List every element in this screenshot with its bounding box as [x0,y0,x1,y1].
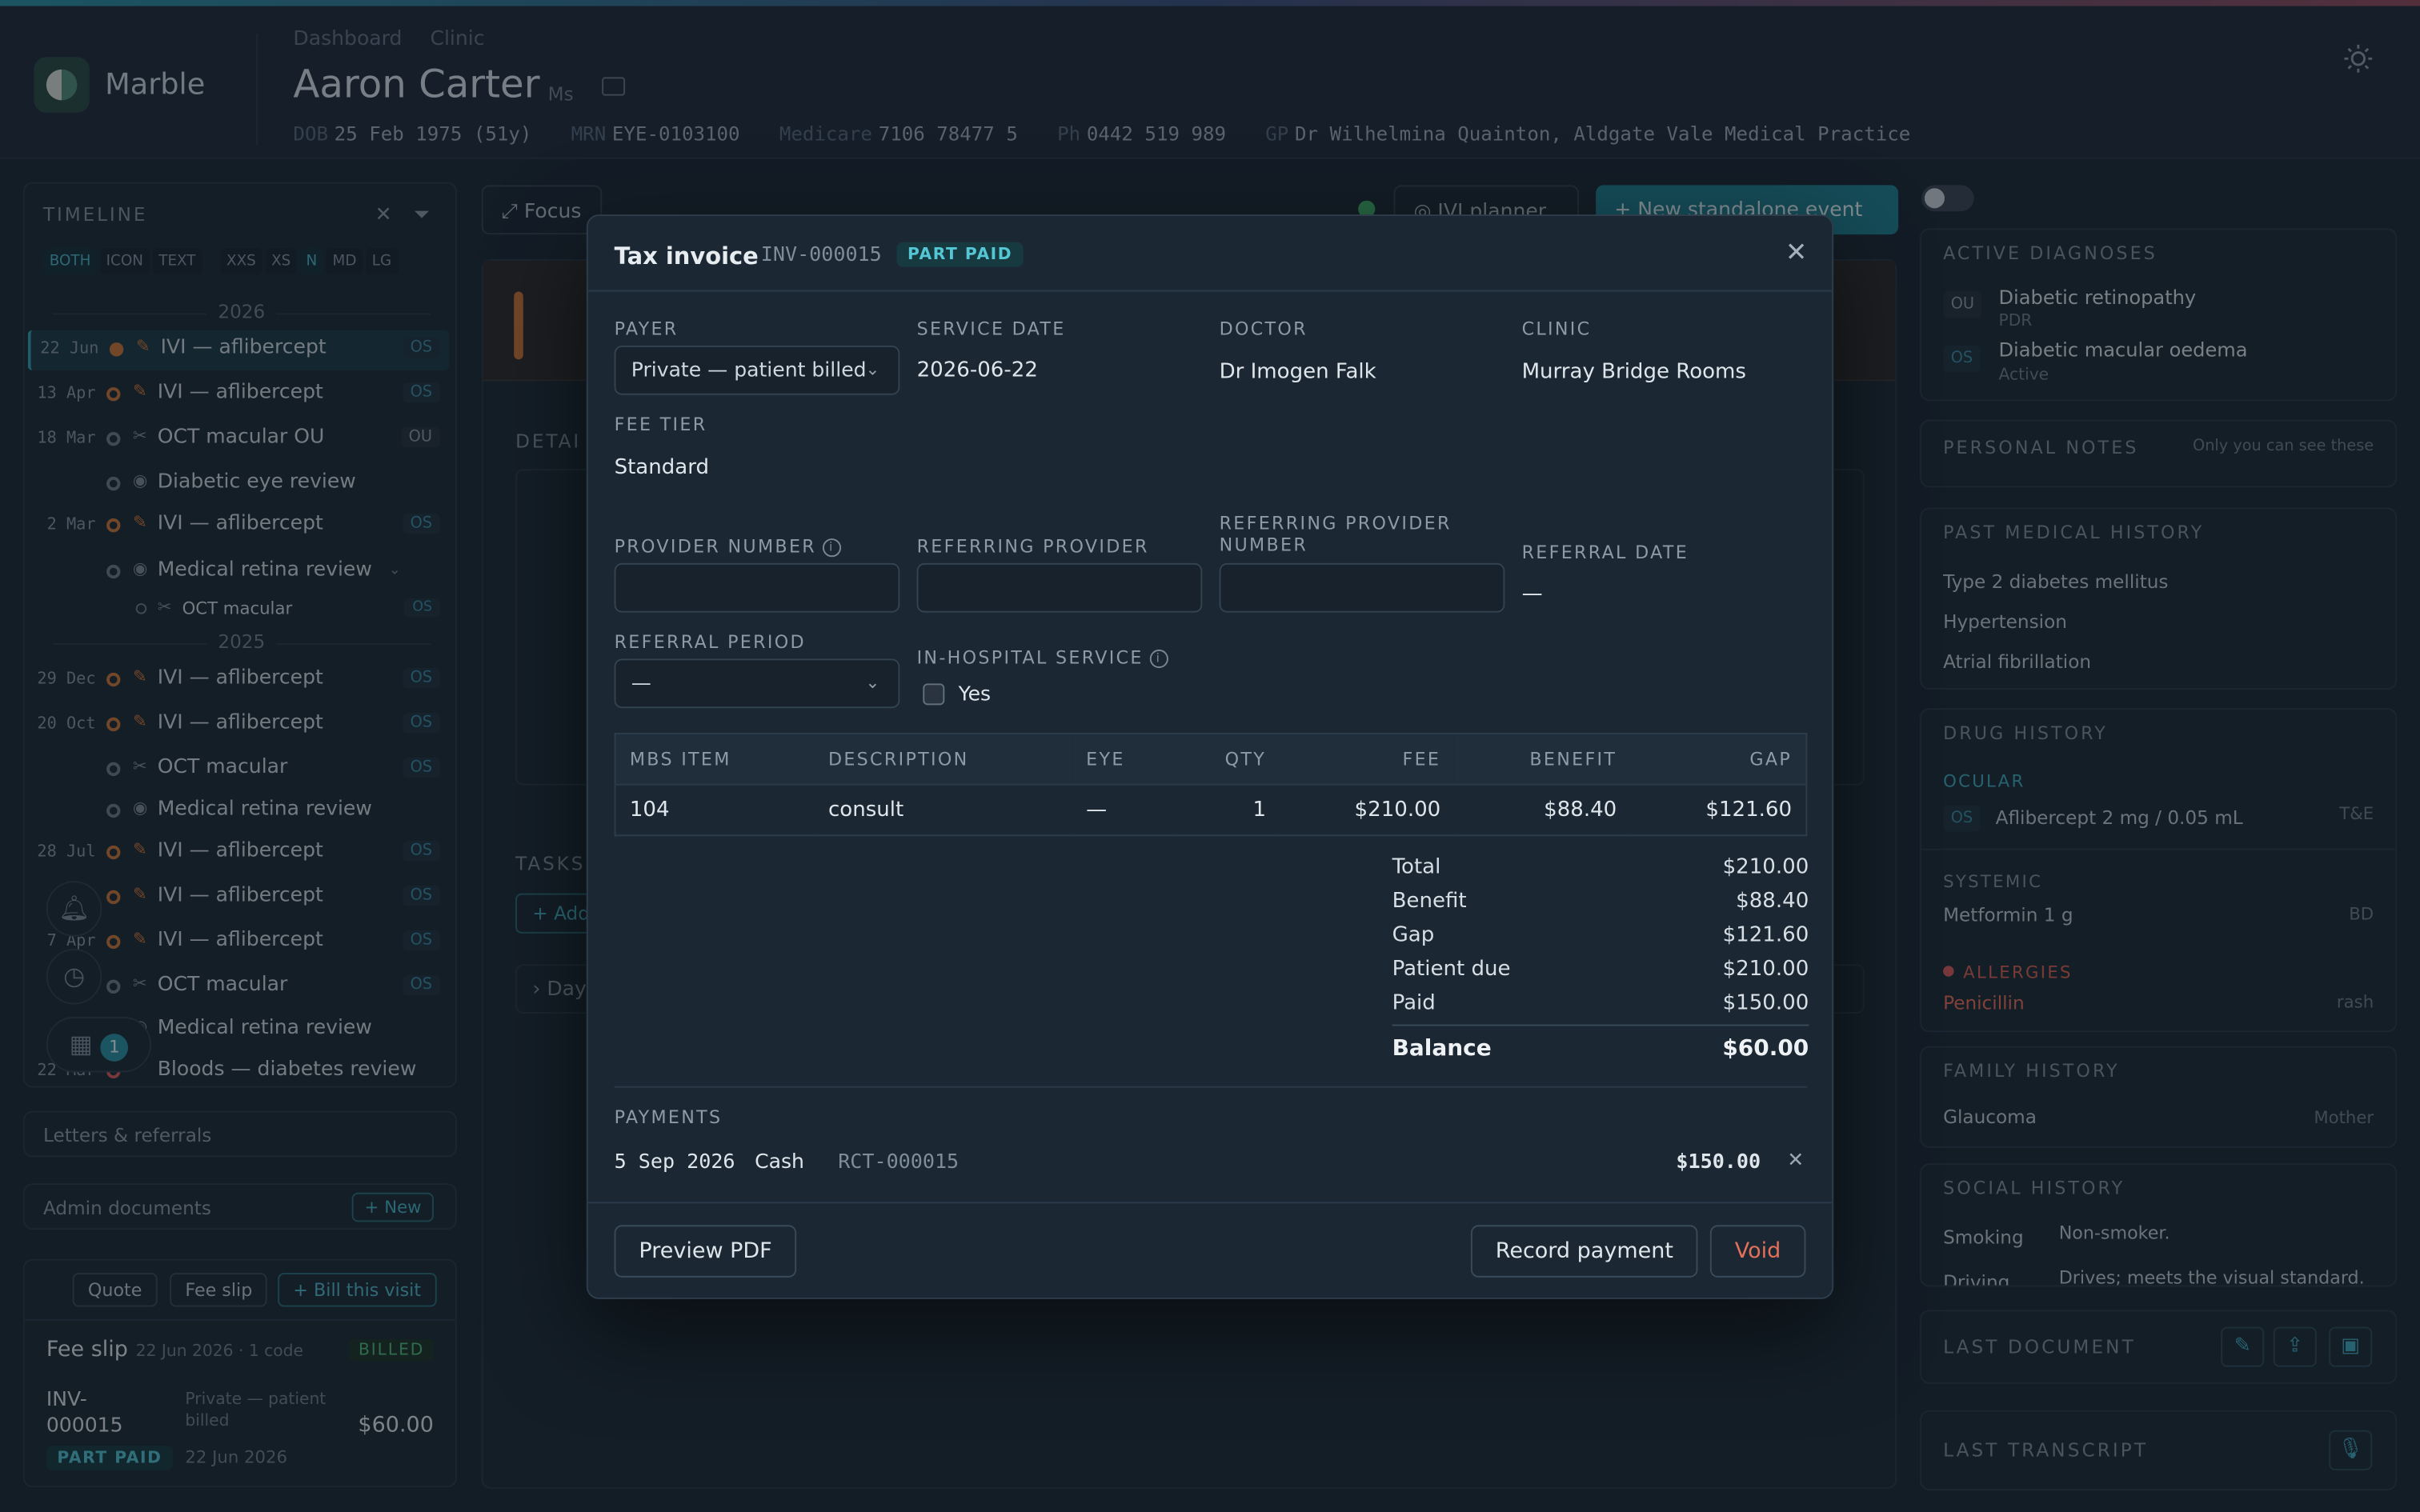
patient-due-row: Patient due $210.00 [1392,957,1809,982]
invoice-number: INV-000015 [760,243,882,267]
referring-provider-number-input[interactable] [1219,562,1505,613]
table-header-row: MBS ITEM DESCRIPTION EYE QTY FEE BENEFIT… [615,734,1807,785]
balance-row: Balance $60.00 [1392,1037,1809,1062]
balance-value: $60.00 [1722,1036,1809,1062]
paid-label: Paid [1392,990,1436,1015]
modal-title: Tax invoice [614,242,759,270]
balance-label: Balance [1392,1036,1492,1062]
payments-heading: PAYMENTS [614,1106,723,1128]
totals-divider [1392,1024,1809,1026]
table-row[interactable]: 104 consult — 1 $210.00 $88.40 $121.60 [615,783,1807,836]
fee-tier-value: Standard [614,454,710,480]
mbs-items-table: MBS ITEM DESCRIPTION EYE QTY FEE BENEFIT… [614,733,1808,837]
benefit-row: Benefit $88.40 [1392,889,1809,914]
referral-date-label: REFERRAL DATE [1521,541,1689,563]
column-header: EYE [1072,734,1175,785]
referral-period-label: REFERRAL PERIOD [614,630,806,653]
preview-pdf-button[interactable]: Preview PDF [614,1225,797,1278]
column-header: BENEFIT [1454,734,1631,785]
total-label: Total [1392,854,1441,880]
payments-divider [614,1086,1808,1088]
chevron-down-icon: ⌄ [865,359,880,380]
description-cell: consult [814,783,1072,836]
modal-footer: Preview PDF Record payment Void [587,1202,1833,1298]
record-payment-button[interactable]: Record payment [1470,1225,1698,1278]
gap-cell: $121.60 [1630,783,1807,836]
eye-cell: — [1072,783,1175,836]
referring-provider-label: REFERRING PROVIDER [916,535,1149,558]
column-header: QTY [1174,734,1280,785]
qty-cell: 1 [1174,783,1280,836]
void-button[interactable]: Void [1709,1225,1806,1278]
paid-value: $150.00 [1722,990,1809,1015]
chevron-down-icon: ⌄ [865,672,880,693]
gap-value: $121.60 [1722,922,1809,948]
referral-date-value: — [1521,582,1543,606]
patient-due-label: Patient due [1392,956,1511,982]
referral-period-value: — [631,672,651,696]
total-row: Total $210.00 [1392,854,1809,879]
gap-label: Gap [1392,922,1435,948]
info-icon[interactable]: i [1149,648,1168,668]
modal-header: Tax invoice INV-000015 PART PAID ✕ [587,216,1833,292]
fee-cell: $210.00 [1280,783,1455,836]
in-hospital-label: IN-HOSPITAL SERVICE i [917,646,1168,668]
close-icon[interactable]: ✕ [1785,238,1807,269]
provider-number-label: PROVIDER NUMBER i [615,535,841,557]
in-hospital-checkbox[interactable] [923,683,945,706]
status-badge: PART PAID [896,242,1024,267]
benefit-label: Benefit [1392,888,1467,914]
tax-invoice-modal: Tax invoice INV-000015 PART PAID ✕ PAYER… [586,214,1834,1299]
column-header: FEE [1280,734,1455,785]
service-date-value: 2026-06-22 [916,358,1038,383]
gap-row: Gap $121.60 [1392,922,1809,947]
payer-label: PAYER [614,318,679,340]
referring-provider-input[interactable] [916,562,1203,613]
service-date-label: SERVICE DATE [916,318,1066,340]
doctor-label: DOCTOR [1219,318,1308,340]
info-icon[interactable]: i [822,538,841,557]
doctor-value: Dr Imogen Falk [1219,359,1376,385]
column-header: GAP [1630,734,1807,785]
paid-row: Paid $150.00 [1392,990,1809,1015]
benefit-cell: $88.40 [1454,783,1631,836]
clinic-label: CLINIC [1521,318,1592,340]
total-value: $210.00 [1722,854,1809,880]
column-header: DESCRIPTION [814,734,1072,785]
provider-number-text: PROVIDER NUMBER [614,535,817,558]
column-header: MBS ITEM [615,734,815,785]
provider-number-input[interactable] [614,562,900,613]
payment-amount: $150.00 [1676,1150,1761,1174]
in-hospital-text: IN-HOSPITAL SERVICE [916,646,1144,669]
clinic-value: Murray Bridge Rooms [1521,359,1746,385]
payment-method: Cash [755,1150,804,1174]
payer-select[interactable]: Private — patient billed ⌄ [614,345,900,395]
benefit-value: $88.40 [1736,888,1809,914]
remove-payment-icon[interactable]: ✕ [1787,1150,1804,1173]
yes-label[interactable]: Yes [959,683,992,706]
patient-due-value: $210.00 [1722,956,1809,982]
payment-receipt: RCT-000015 [838,1150,960,1174]
payer-value: Private — patient billed [631,359,867,383]
payment-date: 5 Sep 2026 [614,1150,735,1174]
fee-tier-label: FEE TIER [614,413,707,435]
mbs-item-cell: 104 [615,783,815,836]
referral-period-select[interactable]: — ⌄ [614,658,900,709]
referring-provider-number-label: REFERRING PROVIDER NUMBER [1219,512,1452,556]
